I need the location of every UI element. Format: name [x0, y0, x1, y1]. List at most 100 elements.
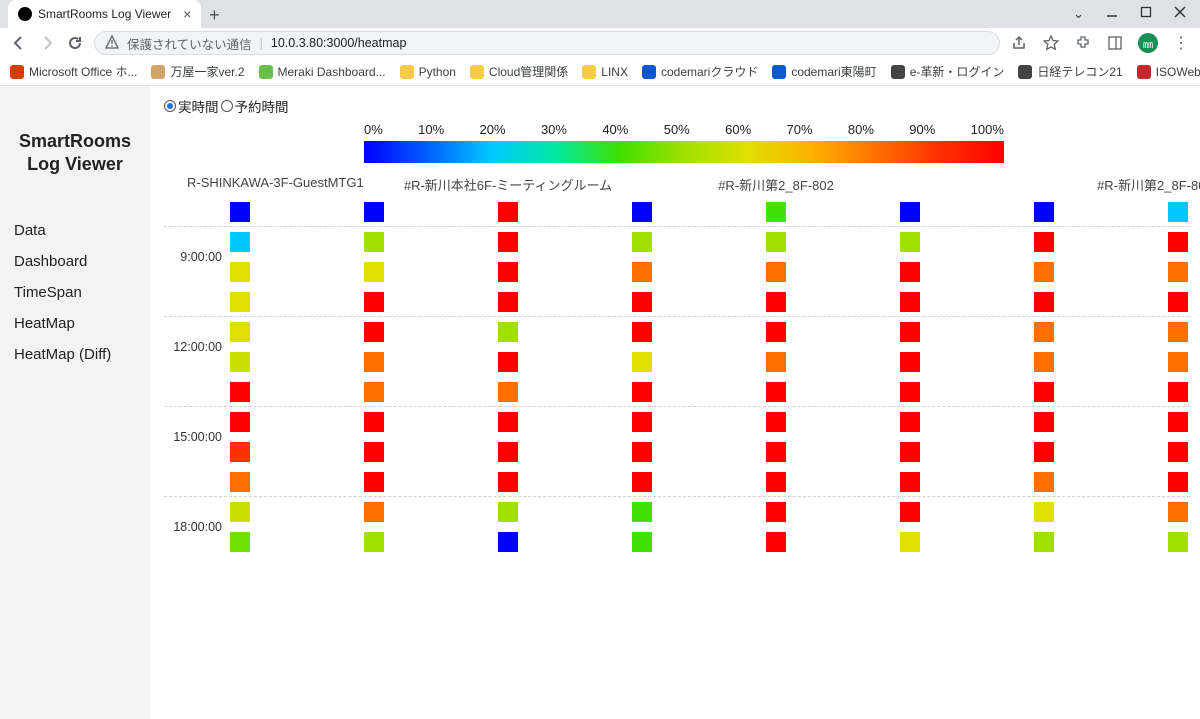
- heatmap-cell[interactable]: [1168, 382, 1188, 402]
- heatmap-cell[interactable]: [1168, 202, 1188, 222]
- heatmap-cell[interactable]: [1168, 292, 1188, 312]
- heatmap-cell[interactable]: [766, 532, 786, 552]
- chevron-down-icon[interactable]: ⌄: [1073, 6, 1084, 22]
- heatmap-cell[interactable]: [900, 532, 920, 552]
- close-icon[interactable]: ×: [177, 6, 191, 22]
- bookmark-item[interactable]: codemariクラウド: [642, 63, 758, 80]
- heatmap-cell[interactable]: [1168, 232, 1188, 252]
- heatmap-cell[interactable]: [632, 202, 652, 222]
- heatmap-cell[interactable]: [900, 412, 920, 432]
- heatmap-cell[interactable]: [1168, 322, 1188, 342]
- heatmap-cell[interactable]: [230, 532, 250, 552]
- forward-icon[interactable]: [38, 34, 56, 52]
- heatmap-cell[interactable]: [498, 502, 518, 522]
- heatmap-cell[interactable]: [632, 472, 652, 492]
- heatmap-cell[interactable]: [1168, 262, 1188, 282]
- heatmap-cell[interactable]: [766, 262, 786, 282]
- bookmark-item[interactable]: ISOWebアクセス: [1137, 63, 1200, 80]
- star-icon[interactable]: [1042, 34, 1060, 52]
- heatmap-cell[interactable]: [632, 232, 652, 252]
- heatmap-cell[interactable]: [766, 352, 786, 372]
- kebab-icon[interactable]: ⋮: [1172, 34, 1190, 52]
- heatmap-cell[interactable]: [498, 532, 518, 552]
- heatmap-cell[interactable]: [632, 382, 652, 402]
- heatmap-cell[interactable]: [1034, 262, 1054, 282]
- heatmap-cell[interactable]: [230, 442, 250, 462]
- heatmap-cell[interactable]: [900, 502, 920, 522]
- heatmap-cell[interactable]: [498, 292, 518, 312]
- bookmark-item[interactable]: Python: [400, 65, 456, 79]
- heatmap-cell[interactable]: [364, 352, 384, 372]
- heatmap-cell[interactable]: [498, 442, 518, 462]
- heatmap-cell[interactable]: [900, 292, 920, 312]
- nav-heatmap[interactable]: HeatMap: [0, 308, 150, 339]
- heatmap-cell[interactable]: [230, 232, 250, 252]
- heatmap-cell[interactable]: [766, 412, 786, 432]
- bookmark-item[interactable]: e-革新・ログイン: [891, 63, 1005, 80]
- heatmap-cell[interactable]: [1034, 202, 1054, 222]
- heatmap-cell[interactable]: [498, 352, 518, 372]
- heatmap-cell[interactable]: [230, 412, 250, 432]
- heatmap-cell[interactable]: [766, 442, 786, 462]
- heatmap-cell[interactable]: [1168, 472, 1188, 492]
- bookmark-item[interactable]: Cloud管理関係: [470, 63, 568, 80]
- bookmark-item[interactable]: LINX: [582, 65, 628, 79]
- minimize-icon[interactable]: [1106, 6, 1118, 22]
- heatmap-cell[interactable]: [1034, 382, 1054, 402]
- heatmap-cell[interactable]: [1034, 232, 1054, 252]
- heatmap-cell[interactable]: [1034, 532, 1054, 552]
- extensions-icon[interactable]: [1074, 34, 1092, 52]
- heatmap-cell[interactable]: [498, 202, 518, 222]
- bookmark-item[interactable]: 万屋一家ver.2: [151, 63, 244, 80]
- heatmap-cell[interactable]: [1168, 442, 1188, 462]
- heatmap-cell[interactable]: [632, 502, 652, 522]
- browser-tab[interactable]: SmartRooms Log Viewer ×: [8, 0, 201, 28]
- nav-data[interactable]: Data: [0, 215, 150, 246]
- heatmap-cell[interactable]: [1034, 502, 1054, 522]
- heatmap-cell[interactable]: [364, 292, 384, 312]
- heatmap-cell[interactable]: [230, 502, 250, 522]
- heatmap-cell[interactable]: [364, 442, 384, 462]
- radio-realtime[interactable]: [164, 100, 176, 112]
- heatmap-cell[interactable]: [900, 202, 920, 222]
- heatmap-cell[interactable]: [230, 382, 250, 402]
- heatmap-cell[interactable]: [900, 232, 920, 252]
- heatmap-cell[interactable]: [364, 382, 384, 402]
- bookmark-item[interactable]: 日経テレコン21: [1018, 63, 1122, 80]
- heatmap-cell[interactable]: [632, 352, 652, 372]
- heatmap-cell[interactable]: [1034, 352, 1054, 372]
- heatmap-cell[interactable]: [1168, 352, 1188, 372]
- heatmap-cell[interactable]: [498, 382, 518, 402]
- heatmap-cell[interactable]: [632, 532, 652, 552]
- maximize-icon[interactable]: [1140, 6, 1152, 22]
- sidepanel-icon[interactable]: [1106, 34, 1124, 52]
- heatmap-cell[interactable]: [364, 232, 384, 252]
- heatmap-cell[interactable]: [900, 382, 920, 402]
- heatmap-cell[interactable]: [230, 472, 250, 492]
- nav-dashboard[interactable]: Dashboard: [0, 246, 150, 277]
- heatmap-cell[interactable]: [632, 262, 652, 282]
- heatmap-cell[interactable]: [364, 502, 384, 522]
- heatmap-cell[interactable]: [364, 202, 384, 222]
- heatmap-cell[interactable]: [230, 292, 250, 312]
- heatmap-cell[interactable]: [1034, 292, 1054, 312]
- heatmap-cell[interactable]: [498, 262, 518, 282]
- profile-avatar[interactable]: ㎜: [1138, 33, 1158, 53]
- heatmap-cell[interactable]: [498, 472, 518, 492]
- bookmark-item[interactable]: codemari東陽町: [772, 63, 876, 80]
- heatmap-cell[interactable]: [1168, 412, 1188, 432]
- heatmap-cell[interactable]: [364, 472, 384, 492]
- nav-timespan[interactable]: TimeSpan: [0, 277, 150, 308]
- heatmap-cell[interactable]: [766, 502, 786, 522]
- heatmap-cell[interactable]: [230, 202, 250, 222]
- heatmap-cell[interactable]: [364, 412, 384, 432]
- close-window-icon[interactable]: [1174, 6, 1186, 22]
- heatmap-cell[interactable]: [364, 262, 384, 282]
- heatmap-cell[interactable]: [766, 232, 786, 252]
- heatmap-cell[interactable]: [230, 262, 250, 282]
- new-tab-button[interactable]: +: [201, 2, 227, 28]
- reload-icon[interactable]: [66, 34, 84, 52]
- heatmap-cell[interactable]: [900, 442, 920, 462]
- heatmap-cell[interactable]: [1034, 442, 1054, 462]
- nav-heatmap-diff-[interactable]: HeatMap (Diff): [0, 339, 150, 370]
